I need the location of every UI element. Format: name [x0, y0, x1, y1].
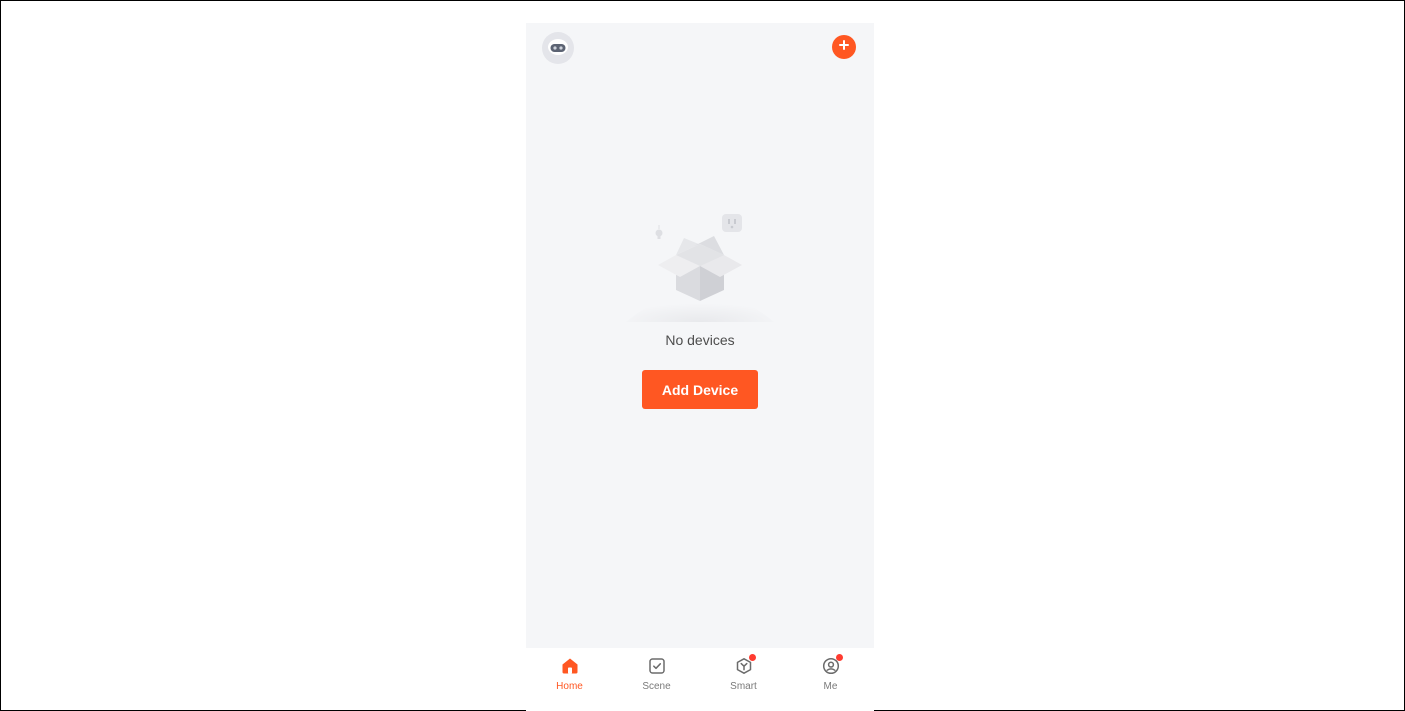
tab-scene[interactable]: Scene [613, 648, 700, 698]
smart-cube-icon [733, 654, 756, 677]
tab-label: Me [823, 681, 838, 692]
empty-state-message: No devices [665, 332, 735, 348]
tab-label: Home [556, 681, 583, 692]
bottom-tab-bar: Home Scene Smart Me [526, 648, 874, 698]
profile-icon [820, 654, 843, 677]
app-window: No devices Add Device Home Scene Smart M… [526, 23, 874, 711]
tab-home[interactable]: Home [526, 648, 613, 698]
home-content-area: No devices Add Device [526, 23, 874, 648]
robot-avatar-icon [547, 36, 569, 61]
add-button[interactable] [832, 35, 856, 59]
avatar[interactable] [542, 32, 574, 64]
tab-label: Smart [730, 681, 757, 692]
notification-badge [748, 654, 756, 661]
add-device-button[interactable]: Add Device [642, 370, 758, 409]
tab-label: Scene [642, 681, 671, 692]
tab-smart[interactable]: Smart [700, 648, 787, 698]
tab-me[interactable]: Me [787, 648, 874, 698]
empty-box-illustration [624, 208, 776, 323]
notification-badge [835, 654, 843, 661]
plus-circle-icon [838, 38, 850, 56]
home-icon [559, 655, 581, 677]
scene-checkbox-icon [646, 655, 668, 677]
